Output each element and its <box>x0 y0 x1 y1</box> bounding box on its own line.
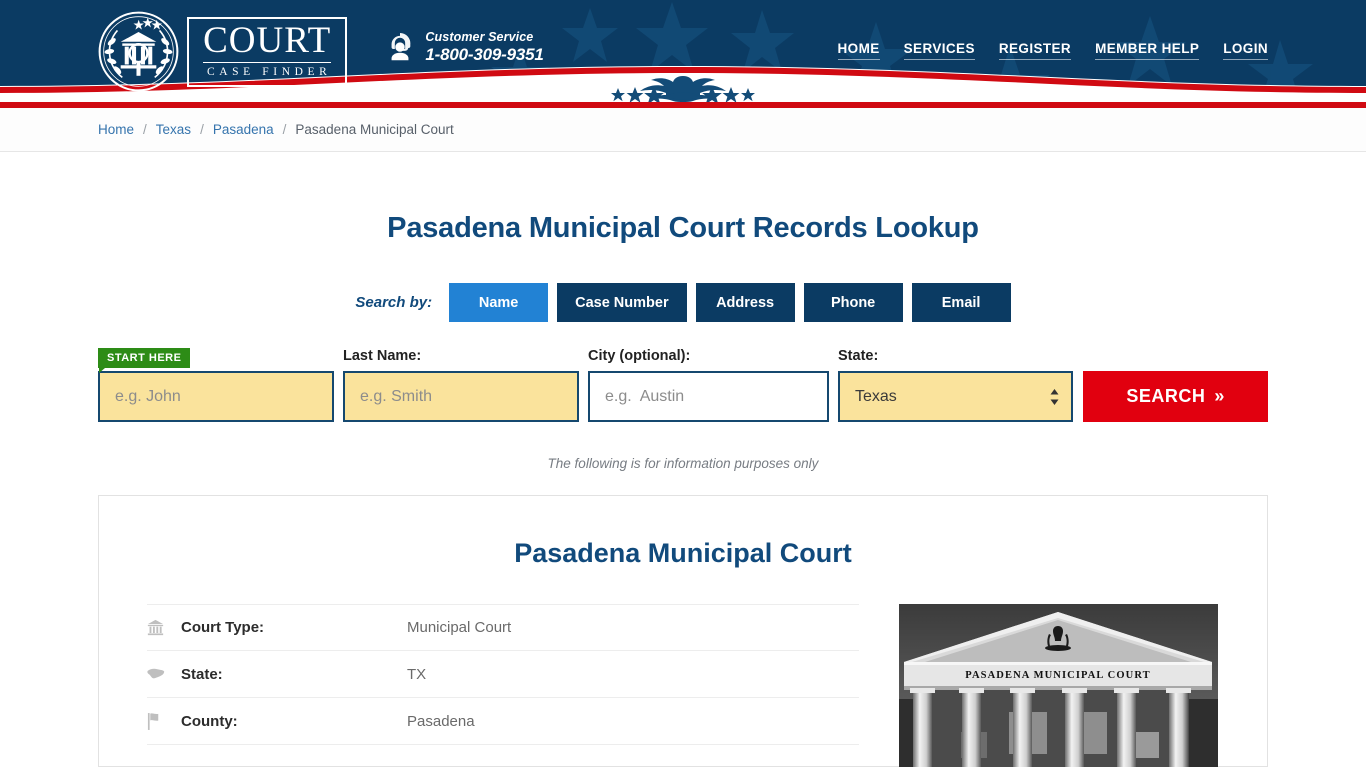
breadcrumb-separator: / <box>200 122 204 137</box>
table-row: Court Type: Municipal Court <box>147 604 859 651</box>
breadcrumb-item-home[interactable]: Home <box>98 122 134 137</box>
breadcrumb-item-pasadena[interactable]: Pasadena <box>213 122 274 137</box>
state-select[interactable]: Texas <box>838 371 1074 422</box>
court-details-table: Court Type: Municipal Court State: TX Co… <box>147 604 859 767</box>
last-name-label: Last Name: <box>343 348 422 364</box>
customer-service-block: Customer Service 1-800-309-9351 <box>385 30 544 65</box>
search-button-label: SEARCH <box>1126 386 1206 406</box>
tab-email[interactable]: Email <box>911 283 1011 322</box>
headset-support-icon <box>391 32 411 60</box>
county-value: Pasadena <box>407 712 475 730</box>
table-row: County: Pasadena <box>147 698 859 745</box>
tab-phone[interactable]: Phone <box>803 283 903 322</box>
disclaimer-text: The following is for information purpose… <box>547 456 819 471</box>
search-by-label: Search by: <box>355 294 433 311</box>
customer-service-phone[interactable]: 1-800-309-9351 <box>425 45 543 65</box>
main-content: Pasadena Municipal Court Records Lookup … <box>0 212 1366 767</box>
court-name-title: Pasadena Municipal Court <box>514 538 852 568</box>
nav-item-home[interactable]: HOME <box>837 41 880 60</box>
breadcrumb: Home / Texas / Pasadena / Pasadena Munic… <box>0 108 1366 152</box>
search-button[interactable]: SEARCH » <box>1083 371 1268 422</box>
city-input[interactable] <box>588 371 829 422</box>
court-info-card: Pasadena Municipal Court Court Type: Mun… <box>98 495 1268 767</box>
site-logo[interactable]: COURT CASE FINDER <box>98 11 348 92</box>
eagle-stars-emblem <box>611 76 755 102</box>
nav-item-services[interactable]: SERVICES <box>903 41 975 60</box>
state-label: State: <box>838 348 879 364</box>
breadcrumb-separator: / <box>282 122 287 137</box>
state-row-label: State: <box>181 665 223 683</box>
page-title: Pasadena Municipal Court Records Lookup <box>387 212 979 244</box>
main-nav: HOME SERVICES REGISTER MEMBER HELP LOGIN <box>837 41 1268 60</box>
tab-name[interactable]: Name <box>449 283 549 322</box>
double-chevron-right-icon: » <box>1214 386 1225 406</box>
breadcrumb-item-texas[interactable]: Texas <box>156 122 191 137</box>
last-name-field-group: Last Name: <box>343 348 579 422</box>
state-row-value: TX <box>407 665 427 683</box>
nav-item-register[interactable]: REGISTER <box>998 41 1072 60</box>
court-type-label: Court Type: <box>181 619 265 636</box>
logo-title: COURT <box>203 19 332 63</box>
court-seal-icon <box>98 11 179 92</box>
nav-item-login[interactable]: LOGIN <box>1223 41 1268 60</box>
flag-icon <box>147 712 181 730</box>
city-field-group: City (optional): <box>588 348 829 422</box>
courthouse-icon <box>147 619 181 636</box>
search-form: START HERE First Name: Last Name: City (… <box>98 348 1268 422</box>
first-name-input[interactable] <box>98 371 334 422</box>
search-by-tabs: Search by: Name Case Number Address Phon… <box>98 283 1268 322</box>
customer-service-label: Customer Service <box>425 30 534 44</box>
breadcrumb-separator: / <box>143 122 147 137</box>
county-label: County: <box>181 712 238 730</box>
court-type-value: Municipal Court <box>407 619 512 636</box>
courthouse-photo-wrap: PASADENA MUNICIPAL COURT <box>899 604 1218 767</box>
us-map-icon <box>147 667 181 681</box>
tab-case-number[interactable]: Case Number <box>557 283 687 322</box>
table-row: State: TX <box>147 651 859 698</box>
city-label: City (optional): <box>588 348 691 364</box>
svg-text:PASADENA MUNICIPAL COURT: PASADENA MUNICIPAL COURT <box>965 670 1150 681</box>
tab-address[interactable]: Address <box>695 283 795 322</box>
site-header: COURT CASE FINDER Customer Service 1-800… <box>0 0 1366 102</box>
logo-subtitle: CASE FINDER <box>207 65 332 78</box>
nav-item-member-help[interactable]: MEMBER HELP <box>1095 41 1200 60</box>
state-field-group: State: Texas <box>838 348 1074 422</box>
breadcrumb-item-current: Pasadena Municipal Court <box>295 122 454 137</box>
courthouse-photo: PASADENA MUNICIPAL COURT <box>899 604 1218 767</box>
last-name-input[interactable] <box>343 371 579 422</box>
start-here-badge: START HERE <box>98 348 191 373</box>
